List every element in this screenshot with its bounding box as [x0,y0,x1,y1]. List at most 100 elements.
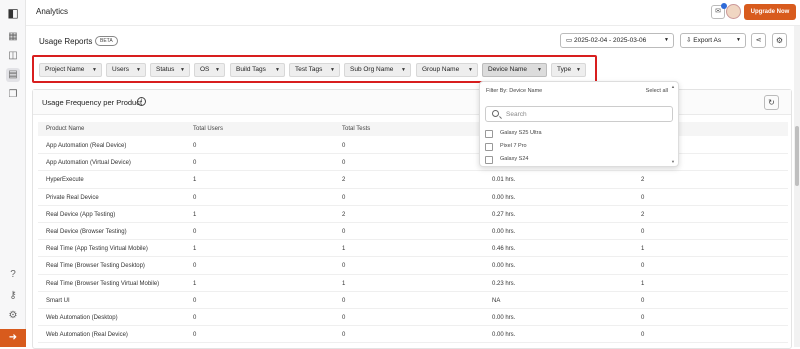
chevron-down-icon: ▼ [180,67,185,73]
filter-label: Type [557,66,572,73]
notification-icon[interactable]: ✉ [711,3,727,19]
beta-badge: BETA [95,36,118,46]
dropdown-option[interactable]: Galaxy S24 [485,155,665,166]
table-cell: 0.00 hrs. [492,332,516,339]
table-cell: 1 [641,246,645,253]
table-row: Web Automation (Desktop) 0 0 0.00 hrs. 0 [38,309,788,327]
scroll-up-icon[interactable]: ▲ [671,84,675,89]
dashboard-icon[interactable]: ▦ [6,30,20,44]
table-row: Web Automation (Real Device) 0 0 0.00 hrs. 0 [38,326,788,344]
table-row: Private Real Device 0 0 0.00 hrs. 0 [38,189,788,206]
filter-label: Group Name [422,66,460,73]
avatar[interactable] [726,4,741,19]
filter-os[interactable]: OS ▼ [194,63,225,77]
filter-status[interactable]: Status ▼ [150,63,190,77]
filter-users[interactable]: Users ▼ [106,63,146,77]
copy-icon[interactable]: ❐ [6,88,20,102]
table-cell: Real Time (App Testing Virtual Mobile) [46,246,148,253]
chevron-down-icon: ▼ [330,67,335,73]
table-cell: 0 [193,315,197,321]
filter-label: OS [200,66,210,73]
table-cell: 0.00 hrs. [492,229,516,235]
table-cell: 0 [641,315,645,321]
filter-sub-org-name[interactable]: Sub Org Name ▼ [344,63,411,77]
filter-build-tags[interactable]: Build Tags ▼ [230,63,285,77]
table-row: Real Time (Browser Testing Virtual Mobil… [38,275,788,292]
chevron-down-icon: ▼ [136,67,141,73]
table-cell: Real Device (App Testing) [46,211,116,218]
date-range-button[interactable]: ▭ 2025-02-04 - 2025-03-06 ▼ [560,33,674,48]
calendar-icon: ▭ [566,37,573,44]
column-header: Product Name [46,126,85,132]
settings-icon[interactable]: ⚙ [6,309,20,323]
logo-icon[interactable]: ◧ [6,6,20,20]
chevron-down-icon: ▼ [736,37,741,43]
filter-device-name[interactable]: Device Name ▼ [482,63,547,77]
help-icon[interactable]: ? [6,268,20,282]
checkbox[interactable] [485,156,493,164]
usage-icon[interactable]: ▤ [6,68,20,82]
export-button[interactable]: ⇩ Export As ▼ [680,33,746,48]
table-cell: 1 [193,246,197,253]
scrollbar-thumb[interactable] [795,126,799,186]
table-cell: 0 [193,229,197,235]
filter-label: Test Tags [295,66,323,73]
table-cell: 0 [641,263,645,270]
table-cell: 0 [342,143,346,149]
table-row: Real Time (Browser Testing Desktop) 0 0 0.0… [38,257,788,275]
upgrade-button[interactable]: Upgrade Now [744,4,796,20]
key-icon[interactable]: ⚷ [6,289,20,303]
table-cell: 0 [193,194,197,201]
filter-type[interactable]: Type ▼ [551,63,586,77]
chevron-down-icon: ▼ [92,67,97,73]
exit-icon[interactable]: ➜ [0,329,26,347]
page-scrollbar[interactable] [794,26,800,347]
table-cell: 0 [641,332,645,339]
checkbox[interactable] [485,130,493,138]
filter-project-name[interactable]: Project Name ▼ [39,63,102,77]
table-cell: App Automation (Real Device) [46,143,127,149]
search-icon [492,110,499,117]
checkbox[interactable] [485,143,493,151]
table-cell: 2 [641,177,645,184]
table-cell: 0 [641,229,645,235]
table-cell: 0.01 hrs. [492,177,516,184]
chevron-down-icon: ▼ [664,37,669,43]
table-row: Real Device (App Testing) 1 2 0.27 hrs. 2 [38,206,788,223]
table-cell: NA [492,297,501,304]
dropdown-option[interactable]: Galaxy S25 Ultra [485,129,665,140]
reports-icon[interactable]: ◫ [6,49,20,63]
option-label: Pixel 7 Pro [500,143,527,149]
table-cell: Web Automation (Real Device) [46,332,128,339]
select-all-link[interactable]: Select all [646,88,668,94]
filter-group-name[interactable]: Group Name ▼ [416,63,478,77]
table-cell: 0 [193,160,197,167]
search-input[interactable]: Search [485,106,673,122]
table-cell: 1 [193,177,197,184]
table-cell: 0 [342,263,346,270]
gear-icon[interactable]: ⚙ [772,33,787,48]
dropdown-option[interactable]: Pixel 7 Pro [485,142,665,153]
table-row: Smart UI 0 0 NA 0 [38,292,788,309]
dropdown-heading: Filter By: Device Name [486,88,543,94]
info-icon[interactable]: i [137,97,146,106]
table-cell: 0 [193,263,197,270]
filter-test-tags[interactable]: Test Tags ▼ [289,63,340,77]
table-cell: 0.00 hrs. [492,315,516,321]
table-cell: 1 [342,280,346,287]
scroll-down-icon[interactable]: ▼ [671,159,675,164]
table-cell: 0 [193,332,197,339]
share-icon[interactable]: ⋖ [751,33,766,48]
top-bar: Analytics ✉ Upgrade Now [26,0,800,26]
table-cell: Smart UI [46,297,70,304]
filter-label: Status [156,66,175,73]
table-cell: 0 [641,297,645,304]
filter-label: Device Name [488,66,528,73]
sidebar: ◧ ▦ ◫ ▤ ❐ ? ⚷ ⚙ ➜ [0,0,26,347]
device-name-dropdown: ▲ Filter By: Device Name Select all Sear… [479,81,679,167]
table-cell: 1 [193,280,197,287]
chevron-down-icon: ▼ [275,67,280,73]
refresh-icon[interactable]: ↻ [764,95,779,110]
app-title: Analytics [36,7,69,16]
table-cell: 0.00 hrs. [492,194,516,201]
